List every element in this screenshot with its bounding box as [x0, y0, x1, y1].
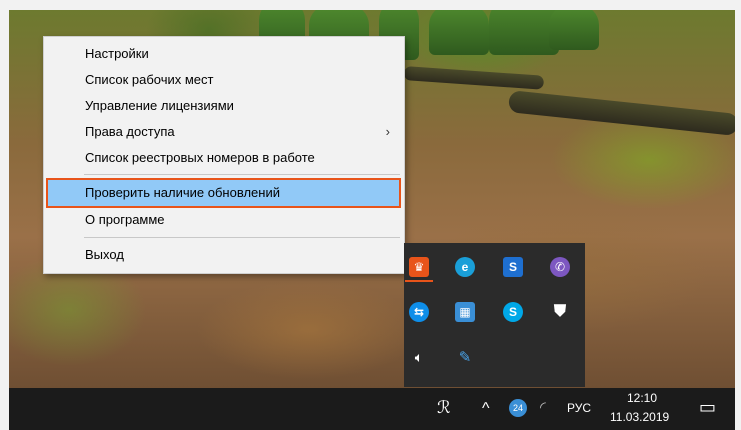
chevron-up-icon[interactable]: ^ — [482, 400, 490, 418]
skype-icon[interactable]: S — [503, 302, 523, 322]
menu-item-access-rights[interactable]: Права доступа › — [44, 119, 404, 145]
chevron-right-icon: › — [385, 124, 390, 139]
people-icon[interactable]: ℛ — [437, 398, 451, 418]
notification-badge-icon[interactable]: 24 — [509, 399, 527, 417]
action-center-icon[interactable]: ▭ — [699, 397, 716, 418]
wifi-icon[interactable]: ◜ — [540, 398, 546, 416]
clock-date[interactable]: 11.03.2019 — [610, 410, 669, 424]
menu-item-about[interactable]: О программе — [44, 207, 404, 233]
menu-separator — [84, 237, 400, 238]
menu-item-label: Выход — [85, 247, 124, 262]
screenshot-frame-top — [0, 0, 741, 10]
language-indicator[interactable]: РУС — [567, 401, 591, 415]
viber-icon[interactable]: ✆ — [550, 257, 570, 277]
menu-item-label: Список рабочих мест — [85, 72, 214, 87]
defender-icon[interactable]: ⛊ — [550, 302, 570, 322]
menu-item-label: Проверить наличие обновлений — [85, 185, 280, 200]
tree-root — [429, 10, 489, 55]
teamviewer-icon[interactable]: ⇆ — [409, 302, 429, 322]
s-app-icon[interactable]: S — [503, 257, 523, 277]
menu-item-label: Список реестровых номеров в работе — [85, 150, 315, 165]
screenshot-frame-right — [735, 0, 741, 430]
menu-item-label: О программе — [85, 212, 165, 227]
tool-icon[interactable]: ✎ — [455, 347, 475, 367]
network-app-icon[interactable]: ▦ — [455, 302, 475, 322]
menu-item-label: Управление лицензиями — [85, 98, 234, 113]
menu-separator — [84, 174, 400, 175]
taskbar: ℛ ^ 24 ◜ РУС 12:10 11.03.2019 ▭ — [9, 388, 735, 430]
menu-item-settings[interactable]: Настройки — [44, 41, 404, 67]
menu-item-label: Права доступа — [85, 124, 175, 139]
menu-item-exit[interactable]: Выход — [44, 242, 404, 268]
menu-item-workstations[interactable]: Список рабочих мест — [44, 67, 404, 93]
program-icon[interactable]: ♛ — [409, 257, 429, 277]
screenshot-frame-left — [0, 0, 9, 430]
tree-root — [549, 10, 599, 50]
tray-overflow-flyout: ♛ e S ✆ ⇆ ▦ S ⛊ 🔈︎ ✎ — [404, 243, 585, 387]
active-icon-underline — [405, 280, 433, 282]
menu-item-label: Настройки — [85, 46, 149, 61]
menu-item-registry-numbers[interactable]: Список реестровых номеров в работе — [44, 145, 404, 171]
fallen-log — [507, 90, 735, 136]
fallen-branch — [403, 66, 545, 90]
volume-icon[interactable]: 🔈︎ — [409, 347, 429, 367]
context-menu: Настройки Список рабочих мест Управление… — [43, 36, 405, 274]
clock-time[interactable]: 12:10 — [627, 391, 657, 405]
menu-item-check-updates[interactable]: Проверить наличие обновлений — [46, 178, 401, 208]
edge-icon[interactable]: e — [455, 257, 475, 277]
menu-item-licenses[interactable]: Управление лицензиями — [44, 93, 404, 119]
